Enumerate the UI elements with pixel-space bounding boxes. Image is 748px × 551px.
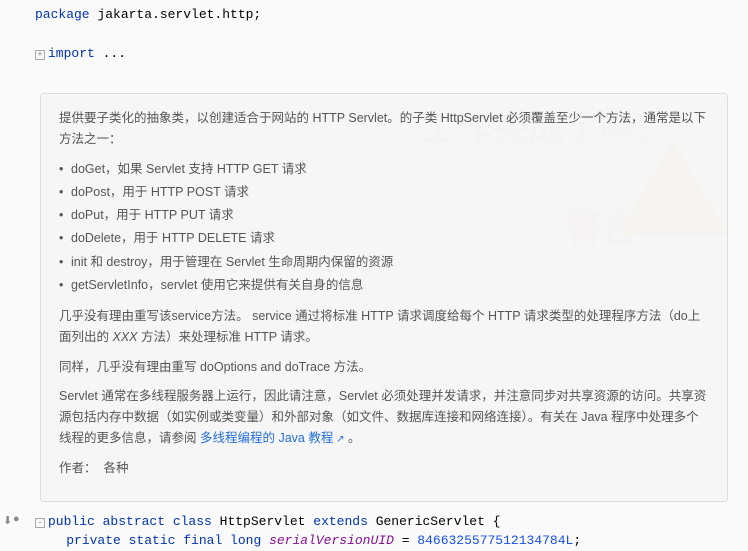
editor-area[interactable]: package jakarta.servlet.http; +import ..… xyxy=(0,0,748,551)
fold-toggle-icon[interactable]: - xyxy=(35,518,45,528)
doc-list-item: doPut，用于 HTTP PUT 请求 xyxy=(59,205,709,226)
doc-method-list: doGet，如果 Servlet 支持 HTTP GET 请求 doPost，用… xyxy=(59,159,709,297)
code-line-field[interactable]: private static final long serialVersionU… xyxy=(35,531,748,551)
blank-line xyxy=(35,64,748,84)
fold-toggle-icon[interactable]: + xyxy=(35,50,45,60)
doc-list-item: init 和 destroy，用于管理在 Servlet 生命周期内保留的资源 xyxy=(59,252,709,273)
doc-list-item: doGet，如果 Servlet 支持 HTTP GET 请求 xyxy=(59,159,709,180)
javadoc-rendered-box[interactable]: 提供要子类化的抽象类，以创建适合于网站的 HTTP Servlet。的子类 Ht… xyxy=(40,93,728,502)
implements-gutter-icon[interactable]: ● xyxy=(13,514,20,526)
doc-paragraph: 几乎没有理由重写该service方法。 service 通过将标准 HTTP 请… xyxy=(59,306,709,349)
doc-author: 作者： 各种 xyxy=(59,458,709,479)
doc-paragraph: Servlet 通常在多线程服务器上运行，因此请注意，Servlet 必须处理并… xyxy=(59,386,709,450)
doc-link[interactable]: 多线程编程的 Java 教程 xyxy=(200,431,345,445)
blank-line xyxy=(35,25,748,45)
override-gutter-icon[interactable]: ⬇ xyxy=(3,514,12,528)
doc-paragraph: 同样，几乎没有理由重写 doOptions and doTrace 方法。 xyxy=(59,357,709,378)
code-line-class-decl[interactable]: -public abstract class HttpServlet exten… xyxy=(35,512,748,532)
code-line-import[interactable]: +import ... xyxy=(35,44,748,64)
doc-intro: 提供要子类化的抽象类，以创建适合于网站的 HTTP Servlet。的子类 Ht… xyxy=(59,108,709,151)
doc-list-item: doDelete，用于 HTTP DELETE 请求 xyxy=(59,228,709,249)
doc-list-item: doPost，用于 HTTP POST 请求 xyxy=(59,182,709,203)
doc-list-item: getServletInfo，servlet 使用它来提供有关自身的信息 xyxy=(59,275,709,296)
code-line-package[interactable]: package jakarta.servlet.http; xyxy=(35,5,748,25)
